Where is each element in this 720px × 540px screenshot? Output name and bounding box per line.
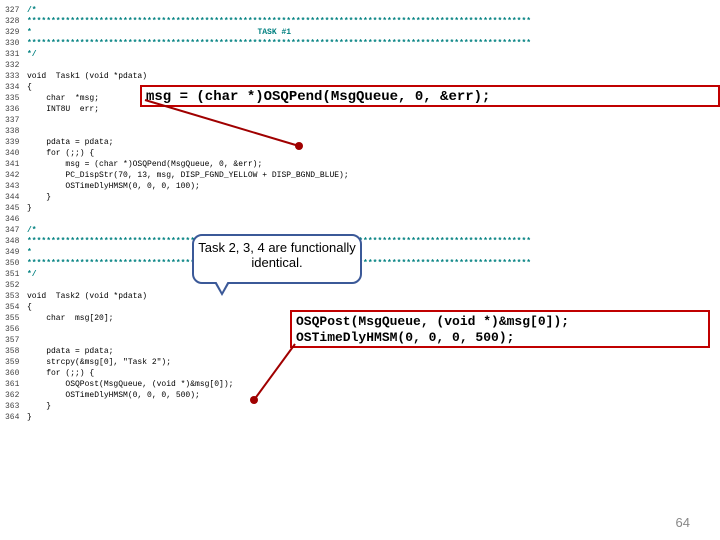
callout-line-2: OSTimeDlyHMSM(0, 0, 0, 500); xyxy=(296,330,704,346)
anchor-dot-2 xyxy=(250,396,258,404)
anchor-dot-1 xyxy=(295,142,303,150)
page-number: 64 xyxy=(676,515,690,530)
speech-bubble: Task 2, 3, 4 are functionally identical. xyxy=(192,234,362,284)
callout-line-1: OSQPost(MsgQueue, (void *)&msg[0]); xyxy=(296,314,704,330)
callout-osqpost: OSQPost(MsgQueue, (void *)&msg[0]); OSTi… xyxy=(290,310,710,348)
code-listing: 327/* 328*******************************… xyxy=(5,5,531,423)
callout-osqpend: msg = (char *)OSQPend(MsgQueue, 0, &err)… xyxy=(140,85,720,107)
